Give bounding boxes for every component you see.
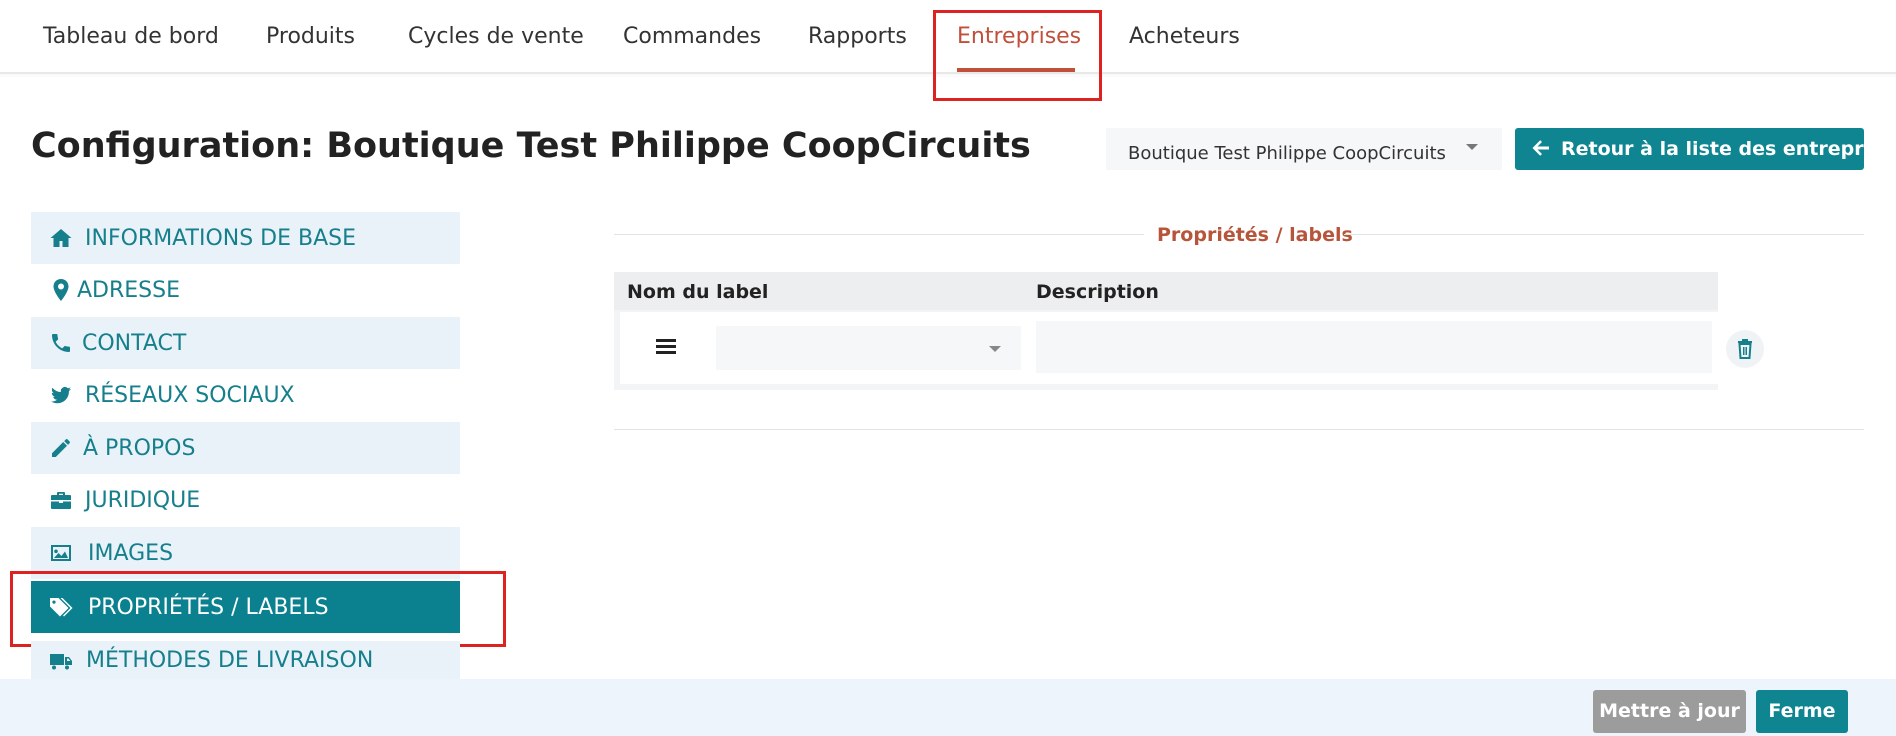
sidebar-item-label: MÉTHODES DE LIVRAISON bbox=[86, 648, 374, 673]
sidebar-item-label: À PROPOS bbox=[83, 436, 196, 461]
sidebar-item-informations-de-base[interactable]: INFORMATIONS DE BASE bbox=[31, 212, 460, 264]
home-icon bbox=[50, 229, 72, 247]
company-select-value: Boutique Test Philippe CoopCircuits bbox=[1128, 143, 1446, 164]
sidebar-item-adresse[interactable]: ADRESSE bbox=[31, 264, 460, 316]
phone-icon bbox=[52, 334, 70, 352]
close-button[interactable]: Ferme bbox=[1756, 690, 1848, 733]
tab-produits[interactable]: Produits bbox=[266, 24, 355, 49]
sidebar-item-label: ADRESSE bbox=[77, 278, 181, 303]
chevron-down-icon bbox=[1466, 144, 1478, 150]
truck-icon bbox=[50, 654, 72, 670]
sidebar-item-reseaux-sociaux[interactable]: RÉSEAUX SOCIAUX bbox=[31, 369, 460, 421]
pencil-icon bbox=[52, 439, 70, 457]
company-select[interactable]: Boutique Test Philippe CoopCircuits bbox=[1106, 128, 1502, 170]
sidebar-item-contact[interactable]: CONTACT bbox=[31, 317, 460, 369]
column-header-label-name: Nom du label bbox=[627, 281, 769, 303]
highlight-box-proprietes bbox=[10, 571, 506, 647]
back-to-companies-button[interactable]: Retour à la liste des entreprises bbox=[1515, 128, 1896, 170]
section-title: Propriétés / labels bbox=[1157, 224, 1353, 246]
chevron-down-icon bbox=[989, 346, 1001, 352]
update-button[interactable]: Mettre à jour bbox=[1593, 690, 1746, 733]
sidebar-item-label: INFORMATIONS DE BASE bbox=[85, 226, 357, 251]
sidebar-item-juridique[interactable]: JURIDIQUE bbox=[31, 474, 460, 526]
twitter-icon bbox=[51, 386, 71, 404]
page-title: Configuration: Boutique Test Philippe Co… bbox=[31, 126, 1031, 166]
highlight-box-entreprises bbox=[933, 10, 1102, 101]
section-bottom-divider bbox=[614, 429, 1864, 430]
sidebar-item-label: IMAGES bbox=[88, 541, 174, 566]
label-description-input[interactable] bbox=[1036, 321, 1712, 373]
map-marker-icon bbox=[53, 279, 69, 301]
section-divider-left bbox=[614, 234, 1144, 235]
tab-commandes[interactable]: Commandes bbox=[623, 24, 761, 49]
tab-rapports[interactable]: Rapports bbox=[808, 24, 907, 49]
sidebar-item-label: CONTACT bbox=[82, 331, 187, 356]
column-header-description: Description bbox=[1036, 281, 1159, 303]
table-header: Nom du label Description bbox=[614, 272, 1718, 310]
label-name-select[interactable] bbox=[716, 326, 1021, 370]
tab-acheteurs[interactable]: Acheteurs bbox=[1129, 24, 1240, 49]
sidebar-item-label: RÉSEAUX SOCIAUX bbox=[85, 383, 295, 408]
image-icon bbox=[51, 545, 71, 561]
drag-handle-icon[interactable] bbox=[656, 337, 676, 355]
tab-tableau-de-bord[interactable]: Tableau de bord bbox=[43, 24, 219, 49]
tab-cycles-de-vente[interactable]: Cycles de vente bbox=[408, 24, 584, 49]
back-button-label: Retour à la liste des entreprises bbox=[1561, 138, 1896, 160]
sidebar-item-methodes-de-livraison[interactable]: MÉTHODES DE LIVRAISON bbox=[31, 641, 460, 679]
sidebar-item-label: JURIDIQUE bbox=[85, 488, 201, 513]
delete-row-button[interactable] bbox=[1726, 330, 1764, 368]
section-divider-right bbox=[1344, 234, 1864, 235]
briefcase-icon bbox=[51, 492, 71, 509]
arrow-left-icon bbox=[1532, 140, 1549, 156]
trash-icon bbox=[1738, 339, 1752, 359]
sidebar-item-a-propos[interactable]: À PROPOS bbox=[31, 422, 460, 474]
